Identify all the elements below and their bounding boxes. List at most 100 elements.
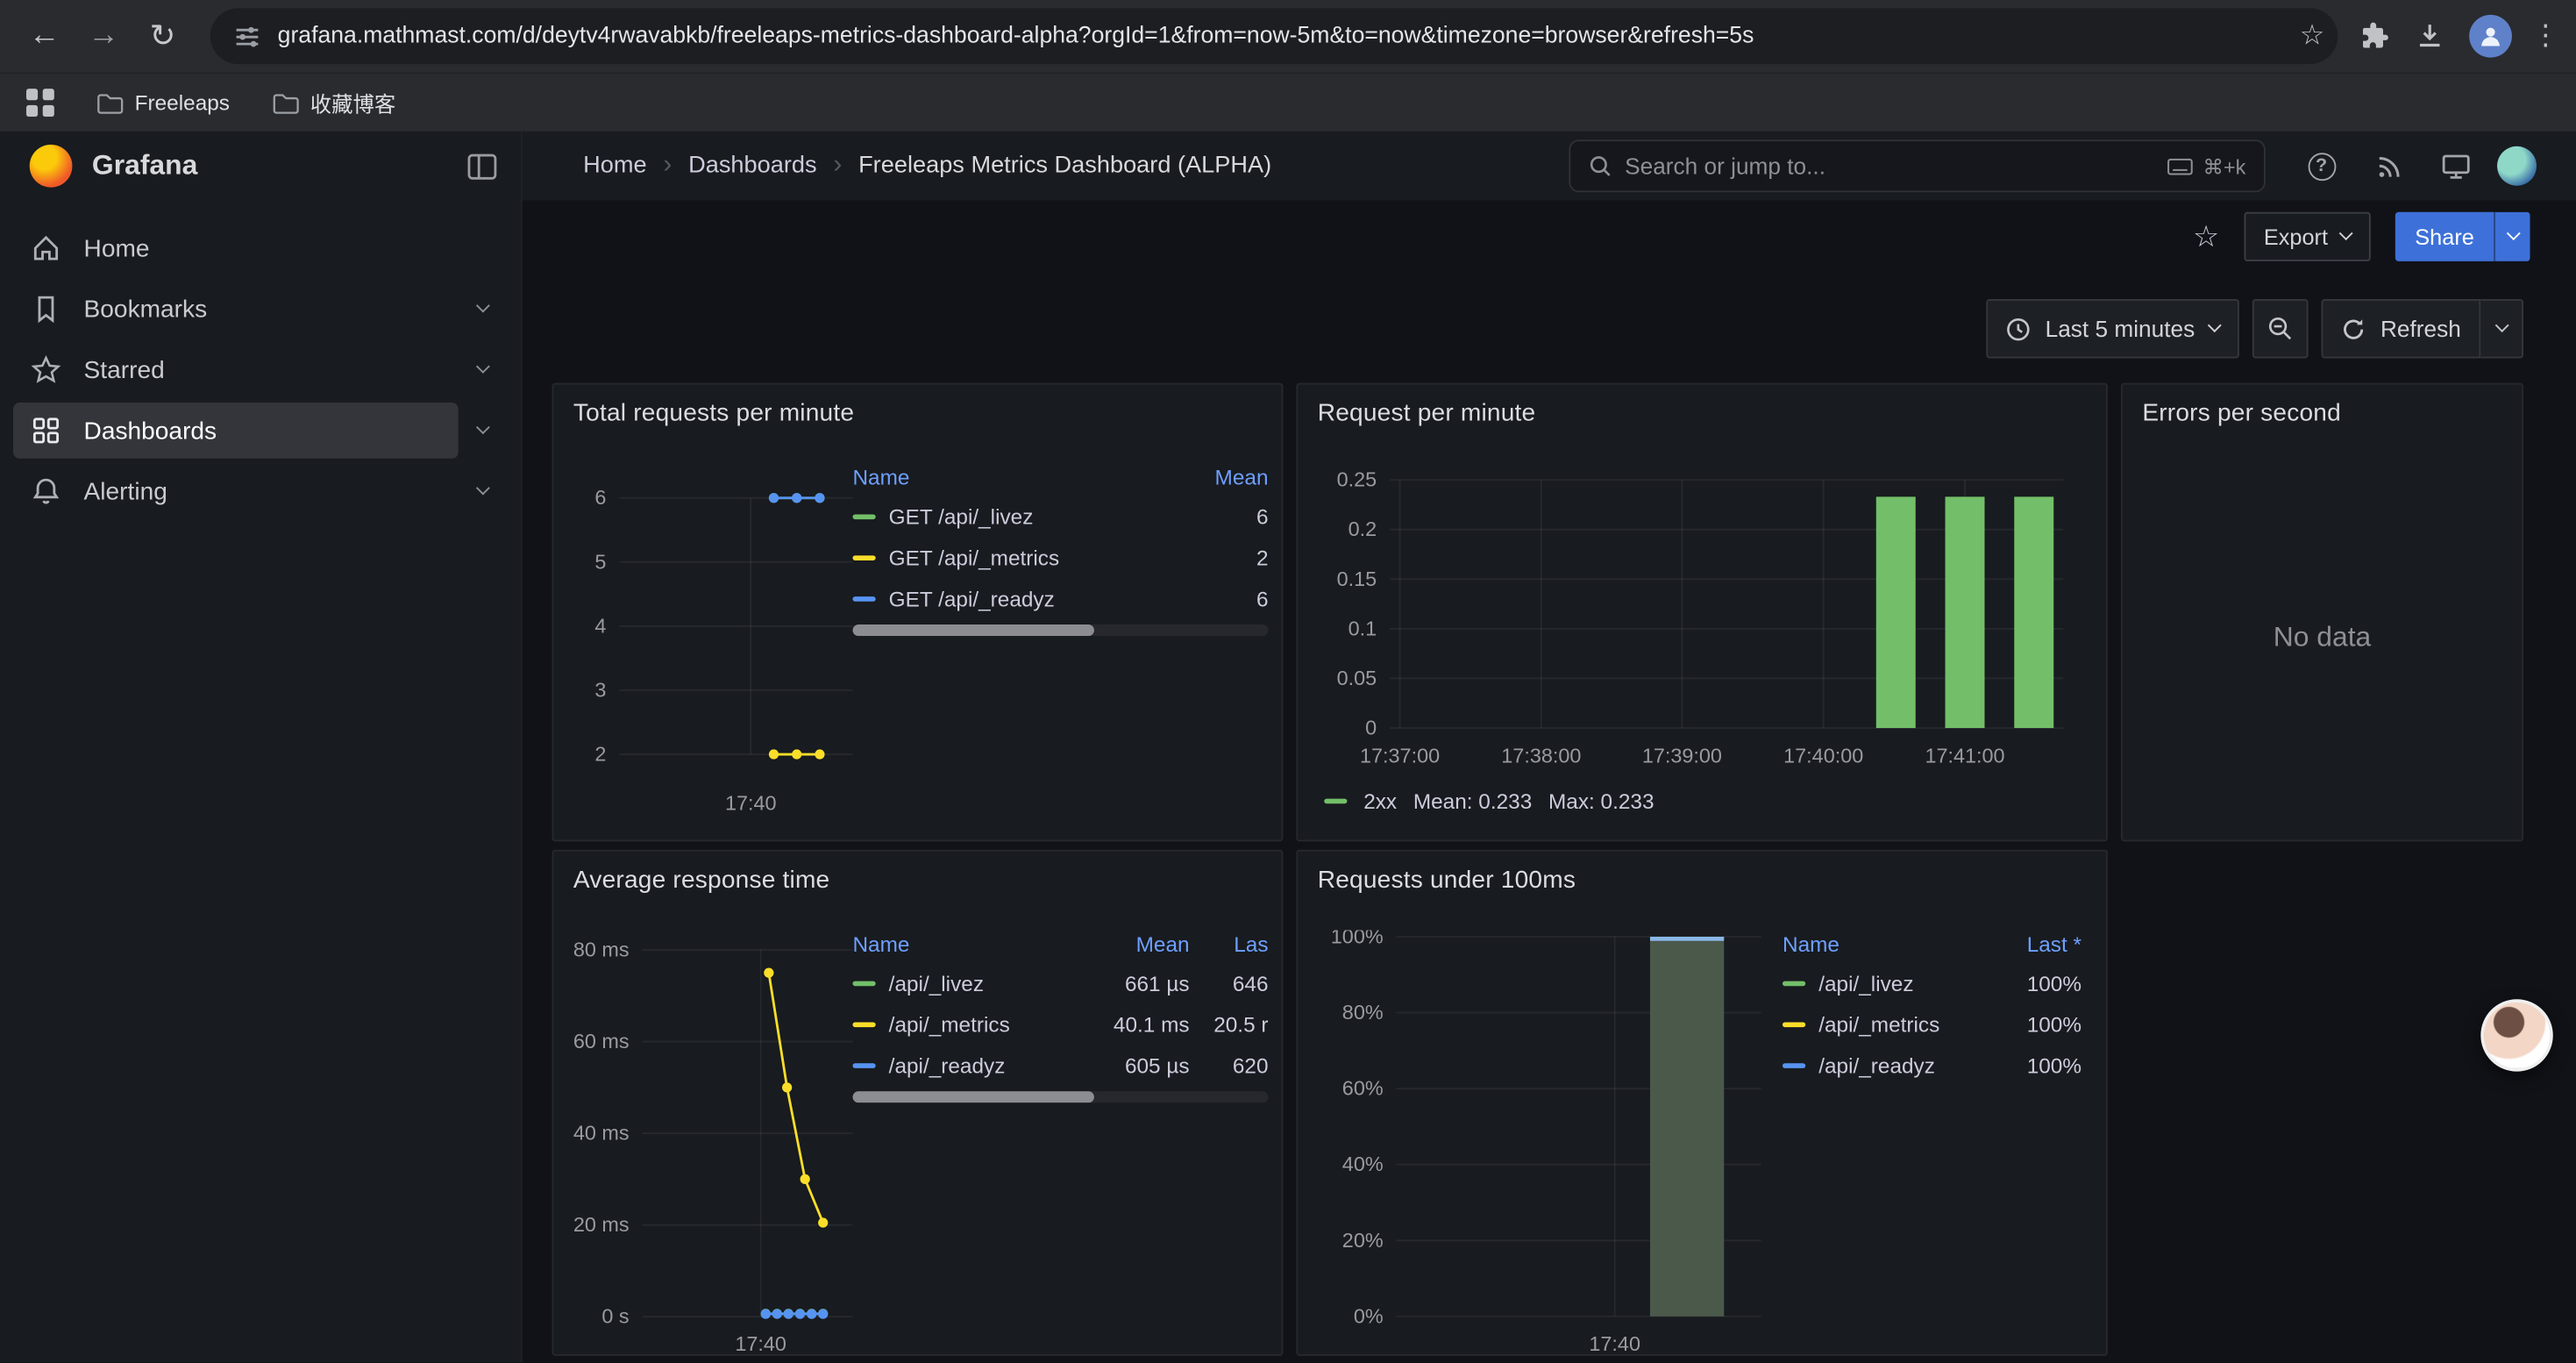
series-label[interactable]: /api/_livez [852, 971, 1067, 995]
expand-chevron-icon[interactable] [459, 307, 508, 310]
series-label[interactable]: 2xx [1363, 789, 1397, 813]
help-icon[interactable]: ? [2295, 139, 2348, 192]
share-button[interactable]: Share [2395, 212, 2494, 261]
extensions-icon[interactable] [2358, 19, 2390, 52]
series-mean-value: 605 µs [1068, 1053, 1190, 1078]
svg-text:60 ms: 60 ms [573, 1030, 630, 1053]
sidebar-item-dashboards[interactable]: Dashboards [13, 403, 459, 459]
average-response-time-chart: 80 ms60 ms40 ms20 ms0 s17:40 [566, 931, 862, 1358]
panel-title[interactable]: Request per minute [1298, 384, 2106, 427]
panel-total-requests: Total requests per minute 6543217:40 Nam… [552, 383, 1284, 842]
series-label[interactable]: GET /api/_readyz [852, 587, 1166, 611]
legend-header-name[interactable]: Name [852, 931, 1067, 955]
breadcrumb: Home › Dashboards › Freeleaps Metrics Da… [583, 153, 1271, 179]
reload-button[interactable]: ↻ [135, 8, 191, 64]
series-mean-value: 6 [1166, 587, 1268, 611]
downloads-icon[interactable] [2413, 19, 2445, 52]
legend-header-name[interactable]: Name [852, 464, 1166, 489]
series-label[interactable]: /api/_livez [1783, 971, 1993, 995]
series-mean-value: 661 µs [1068, 971, 1190, 995]
svg-text:17:37:00: 17:37:00 [1360, 744, 1440, 767]
search-placeholder: Search or jump to... [1625, 153, 2153, 179]
apps-grid-icon[interactable] [26, 89, 54, 117]
legend-header-mean[interactable]: Mean [1068, 931, 1190, 955]
user-avatar[interactable] [2497, 146, 2537, 186]
series-color-dash [852, 555, 875, 560]
scrollbar-thumb[interactable] [852, 1091, 1093, 1103]
kiosk-monitor-icon[interactable] [2430, 139, 2482, 192]
assistant-extension-avatar[interactable] [2480, 999, 2552, 1071]
series-label[interactable]: GET /api/_livez [852, 504, 1166, 529]
grafana-logo[interactable] [30, 145, 73, 188]
panel-title[interactable]: Total requests per minute [553, 384, 1281, 427]
time-range-picker[interactable]: Last 5 minutes [1986, 299, 2239, 358]
browser-chrome: ← → ↻ grafana.mathmast.com/d/deytv4rwava… [0, 0, 2576, 132]
browser-menu-icon[interactable]: ⋮ [2531, 19, 2559, 52]
legend-row: GET /api/_readyz 6 [852, 579, 1268, 620]
site-settings-icon[interactable] [233, 22, 261, 50]
svg-text:0: 0 [1365, 717, 1377, 739]
favorite-star-icon[interactable]: ☆ [2193, 222, 2219, 252]
time-range-label: Last 5 minutes [2046, 316, 2195, 342]
series-label[interactable]: /api/_readyz [1783, 1053, 1993, 1078]
url-text[interactable]: grafana.mathmast.com/d/deytv4rwavabkb/fr… [278, 23, 2283, 49]
share-menu-chevron[interactable] [2494, 212, 2530, 261]
sidebar-item-label: Dashboards [84, 417, 217, 445]
bookmark-folder-freeleaps[interactable]: Freeleaps [97, 90, 230, 115]
series-last-value: 20.5 r [1190, 1012, 1269, 1037]
grafana-topnav: Home › Dashboards › Freeleaps Metrics Da… [523, 132, 2576, 201]
grafana-sidebar: Grafana Home [0, 132, 523, 1362]
back-button[interactable]: ← [17, 8, 73, 64]
bookmark-folder-blogs[interactable]: 收藏博客 [273, 87, 396, 118]
news-rss-icon[interactable] [2362, 139, 2415, 192]
svg-text:80%: 80% [1342, 1001, 1384, 1024]
browser-profile-avatar[interactable] [2469, 15, 2512, 58]
breadcrumb-dashboards[interactable]: Dashboards [688, 153, 817, 179]
legend-table: Name Mean GET /api/_livez 6 GET /api/_me… [852, 457, 1268, 619]
series-mean-stat: Mean: 0.233 [1413, 789, 1532, 813]
series-label[interactable]: GET /api/_metrics [852, 546, 1166, 570]
svg-text:17:40: 17:40 [735, 1332, 786, 1355]
refresh-button[interactable]: Refresh [2322, 299, 2481, 358]
export-button[interactable]: Export [2244, 212, 2370, 261]
sidebar-item-alerting[interactable]: Alerting [13, 463, 459, 519]
expand-chevron-icon[interactable] [459, 489, 508, 493]
url-bar[interactable]: grafana.mathmast.com/d/deytv4rwavabkb/fr… [210, 8, 2338, 64]
series-label[interactable]: /api/_metrics [852, 1012, 1067, 1037]
bookmark-label: 收藏博客 [310, 87, 395, 118]
legend-header-last[interactable]: Last * [1993, 931, 2081, 955]
breadcrumb-current[interactable]: Freeleaps Metrics Dashboard (ALPHA) [858, 153, 1271, 179]
svg-text:17:41:00: 17:41:00 [1925, 744, 2004, 767]
bookmark-star-icon[interactable]: ☆ [2300, 19, 2325, 52]
series-mean-value: 40.1 ms [1068, 1012, 1190, 1037]
panel-title[interactable]: Requests under 100ms [1298, 852, 2106, 895]
legend-row: 2xx Mean: 0.233 Max: 0.233 [1324, 789, 1654, 813]
svg-text:17:39:00: 17:39:00 [1642, 744, 1722, 767]
scrollbar-thumb[interactable] [852, 624, 1093, 636]
chevron-down-icon [2208, 318, 2222, 332]
legend-row: /api/_metrics 40.1 ms 20.5 r [852, 1004, 1268, 1045]
breadcrumb-home[interactable]: Home [583, 153, 646, 179]
panel-title[interactable]: Average response time [553, 852, 1281, 895]
legend-header-last[interactable]: Las [1190, 931, 1269, 955]
zoom-out-button[interactable] [2252, 299, 2309, 358]
legend-scrollbar[interactable] [852, 624, 1268, 636]
legend-header-name[interactable]: Name [1783, 931, 1993, 955]
svg-text:6: 6 [594, 486, 606, 509]
series-label[interactable]: /api/_metrics [1783, 1012, 1993, 1037]
series-max-stat: Max: 0.233 [1548, 789, 1654, 813]
expand-chevron-icon[interactable] [459, 429, 508, 432]
svg-text:17:40: 17:40 [1589, 1332, 1640, 1355]
sidebar-item-starred[interactable]: Starred [13, 342, 459, 398]
legend-scrollbar[interactable] [852, 1091, 1268, 1103]
legend-header-mean[interactable]: Mean [1166, 464, 1268, 489]
sidebar-item-label: Bookmarks [84, 295, 208, 323]
refresh-interval-chevron[interactable] [2480, 299, 2523, 358]
expand-chevron-icon[interactable] [459, 368, 508, 372]
forward-button[interactable]: → [75, 8, 132, 64]
search-input[interactable]: Search or jump to... ⌘+k [1569, 139, 2265, 192]
sidebar-item-home[interactable]: Home [13, 220, 508, 276]
sidebar-collapse-icon[interactable] [466, 152, 498, 180]
sidebar-item-bookmarks[interactable]: Bookmarks [13, 281, 459, 337]
series-label[interactable]: /api/_readyz [852, 1053, 1067, 1078]
